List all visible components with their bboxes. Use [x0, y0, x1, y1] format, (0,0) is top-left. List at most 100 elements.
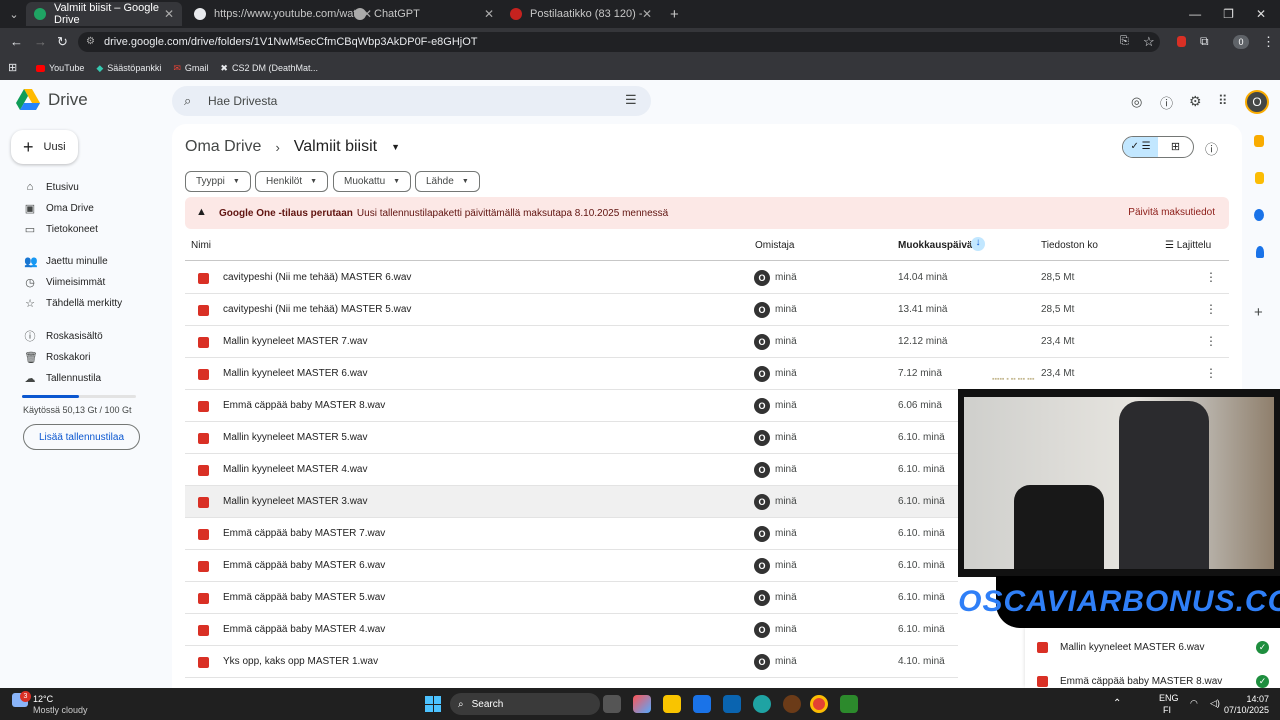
- file-name[interactable]: Mallin kyyneleet MASTER 5.wav: [223, 432, 368, 443]
- install-icon[interactable]: ⎘: [1120, 35, 1129, 48]
- filter-modified[interactable]: Muokattu ▼: [333, 171, 412, 192]
- tab-chatgpt[interactable]: ChatGPT ✕: [346, 2, 502, 26]
- tab-drive[interactable]: Valmiit biisit – Google Drive ✕: [26, 2, 182, 26]
- file-row[interactable]: Emmä cäppää baby MASTER 8.wav Ominä 6.06 m…: [185, 390, 958, 422]
- close-icon[interactable]: ✕: [484, 7, 494, 21]
- file-name[interactable]: cavitypeshi (Nii me tehää) MASTER 5.wav: [223, 304, 411, 315]
- settings-gear-icon[interactable]: ⚙: [1189, 93, 1202, 110]
- sort-arrow-down-icon[interactable]: ↓: [971, 237, 985, 251]
- filter-type[interactable]: Tyyppi ▼: [185, 171, 251, 192]
- tab-youtube[interactable]: https://www.youtube.com/watc ✕: [186, 2, 372, 26]
- file-name[interactable]: Emmä cäppää baby MASTER 4.wav: [223, 624, 385, 635]
- minimize-icon[interactable]: —: [1189, 7, 1201, 21]
- new-button[interactable]: + Uusi: [11, 130, 78, 164]
- file-row[interactable]: cavitypeshi (Nii me tehää) MASTER 5.wav O…: [185, 294, 1229, 326]
- store-icon[interactable]: [693, 695, 711, 713]
- column-name[interactable]: Nimi: [191, 240, 211, 251]
- add-addon-icon[interactable]: +: [1254, 304, 1263, 321]
- extension-icon[interactable]: [1177, 36, 1186, 47]
- clock-date[interactable]: 07/10/2025: [1221, 705, 1269, 715]
- file-row[interactable]: Emmä cäppää baby MASTER 7.wav Ominä 6.10. …: [185, 518, 958, 550]
- sidebar-item-my-drive[interactable]: ▣ Oma Drive: [0, 198, 170, 218]
- sidebar-item-home[interactable]: ⌂ Etusivu: [0, 177, 170, 197]
- close-icon[interactable]: ✕: [642, 7, 652, 21]
- sidebar-item-shared[interactable]: 👥 Jaettu minulle: [0, 251, 170, 271]
- info-icon[interactable]: ⓘ: [1205, 139, 1218, 158]
- bookmark-gmail[interactable]: ✉ Gmail: [173, 63, 208, 74]
- sidebar-item-starred[interactable]: ☆ Tähdellä merkitty: [0, 293, 170, 313]
- file-row[interactable]: Mallin kyyneleet MASTER 6.wav Ominä 7.12 m…: [185, 358, 1229, 390]
- bookmark-saastopankki[interactable]: ◆ Säästöpankki: [96, 63, 161, 74]
- profile-button[interactable]: 0: [1233, 35, 1249, 49]
- clock-time[interactable]: 14:07: [1221, 694, 1269, 704]
- file-row[interactable]: Mallin kyyneleet MASTER 5.wav Ominä 6.10. …: [185, 422, 958, 454]
- file-explorer-icon[interactable]: [663, 695, 681, 713]
- file-row[interactable]: Mallin kyyneleet MASTER 3.wav Ominä 6.10. …: [185, 486, 958, 518]
- sidebar-item-spam[interactable]: ⓘ Roskasisältö: [0, 326, 170, 346]
- file-name[interactable]: Emmä cäppää baby MASTER 5.wav: [223, 592, 385, 603]
- new-tab-button[interactable]: +: [662, 2, 682, 26]
- app-icon[interactable]: [840, 695, 858, 713]
- file-name[interactable]: Emmä cäppää baby MASTER 7.wav: [223, 528, 385, 539]
- address-bar[interactable]: drive.google.com/drive/folders/1V1NwM5ec…: [78, 32, 1160, 52]
- filter-options-icon[interactable]: ☰: [625, 92, 637, 108]
- maximize-icon[interactable]: ❐: [1223, 7, 1234, 21]
- calendar-icon[interactable]: [1254, 135, 1264, 147]
- reload-icon[interactable]: ↻: [57, 34, 68, 50]
- close-icon[interactable]: ✕: [164, 7, 174, 21]
- volume-icon[interactable]: ◁): [1210, 698, 1220, 709]
- file-name[interactable]: cavitypeshi (Nii me tehää) MASTER 6.wav: [223, 272, 411, 283]
- column-size[interactable]: Tiedoston ko: [1041, 240, 1098, 251]
- extensions-puzzle-icon[interactable]: ⧉: [1200, 34, 1209, 49]
- apps-grid-icon[interactable]: ⊞: [8, 61, 17, 74]
- file-row[interactable]: Mallin kyyneleet MASTER 4.wav Ominä 6.10. …: [185, 454, 958, 486]
- bookmark-star-icon[interactable]: ☆: [1143, 34, 1155, 50]
- update-payment-link[interactable]: Päivitä maksutiedot: [1128, 207, 1215, 218]
- tray-chevron-icon[interactable]: ⌃: [1113, 698, 1121, 709]
- more-actions-icon[interactable]: ⋮: [1205, 270, 1217, 284]
- breadcrumb-root[interactable]: Oma Drive: [185, 138, 261, 156]
- task-view-icon[interactable]: [603, 695, 621, 713]
- close-window-icon[interactable]: ✕: [1256, 7, 1266, 21]
- chevron-down-icon[interactable]: ▼: [391, 142, 400, 152]
- column-modified[interactable]: Muokkauspäivä: [898, 240, 972, 251]
- tab-mail[interactable]: Postilaatikko (83 120) - oskari.h ✕: [502, 2, 660, 26]
- file-name[interactable]: Mallin kyyneleet MASTER 7.wav: [223, 336, 368, 347]
- back-icon[interactable]: ←: [10, 34, 23, 49]
- search-input[interactable]: ⌕ Hae Drivesta ☰: [172, 86, 651, 116]
- language-indicator[interactable]: ENG: [1159, 693, 1179, 703]
- sidebar-item-computers[interactable]: ▭ Tietokoneet: [0, 219, 170, 239]
- sidebar-item-recent[interactable]: ◷ Viimeisimmät: [0, 272, 170, 292]
- filter-source[interactable]: Lähde ▼: [415, 171, 480, 192]
- wifi-icon[interactable]: ◠: [1190, 698, 1198, 709]
- filter-people[interactable]: Henkilöt ▼: [255, 171, 329, 192]
- start-windows-icon[interactable]: [425, 696, 441, 712]
- file-row[interactable]: Emmä cäppää baby MASTER 5.wav Ominä 6.10. …: [185, 582, 958, 614]
- sort-options[interactable]: ☰ Lajittelu: [1165, 240, 1211, 251]
- keep-icon[interactable]: [1255, 172, 1264, 184]
- file-row[interactable]: Mallin kyyneleet MASTER 7.wav Ominä 12.12 …: [185, 326, 1229, 358]
- sidebar-item-storage[interactable]: ☁ Tallennustila: [0, 368, 170, 388]
- file-row[interactable]: Emmä cäppää baby MASTER 4.wav Ominä 6.10. …: [185, 614, 958, 646]
- add-storage-button[interactable]: Lisää tallennustilaa: [23, 424, 140, 450]
- chrome-icon[interactable]: [810, 695, 828, 713]
- file-name[interactable]: Emmä cäppää baby MASTER 6.wav: [223, 560, 385, 571]
- app-icon[interactable]: [783, 695, 801, 713]
- edge-icon[interactable]: [753, 695, 771, 713]
- help-icon[interactable]: ⓘ: [1160, 93, 1173, 112]
- ready-offline-icon[interactable]: ◎: [1131, 94, 1142, 110]
- file-name[interactable]: Mallin kyyneleet MASTER 3.wav: [223, 496, 368, 507]
- file-name[interactable]: Emmä cäppää baby MASTER 8.wav: [223, 400, 385, 411]
- file-row[interactable]: Emmä cäppää baby MASTER 6.wav Ominä 6.10. …: [185, 550, 958, 582]
- sidebar-item-trash[interactable]: 🗑 Roskakori: [0, 347, 170, 367]
- taskbar-search[interactable]: ⌕ Search: [450, 693, 600, 715]
- contacts-icon[interactable]: [1256, 246, 1264, 258]
- forward-icon[interactable]: →: [34, 34, 47, 49]
- site-info-icon[interactable]: ⚙: [86, 36, 95, 47]
- file-name[interactable]: Mallin kyyneleet MASTER 6.wav: [223, 368, 368, 379]
- file-name[interactable]: Yks opp, kaks opp MASTER 1.wav: [223, 656, 378, 667]
- column-owner[interactable]: Omistaja: [755, 240, 794, 251]
- more-actions-icon[interactable]: ⋮: [1205, 366, 1217, 380]
- more-actions-icon[interactable]: ⋮: [1205, 334, 1217, 348]
- file-row[interactable]: cavitypeshi (Nii me tehää) MASTER 6.wav O…: [185, 262, 1229, 294]
